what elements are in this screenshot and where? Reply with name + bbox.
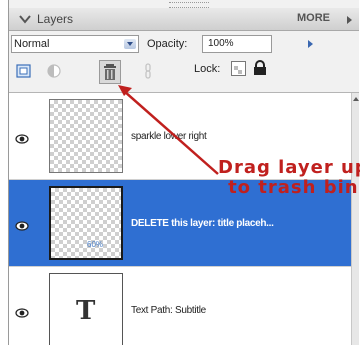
adjustment-layer-icon[interactable] <box>45 62 63 80</box>
opacity-label: Opacity: <box>147 38 188 50</box>
chevron-down-icon[interactable] <box>124 39 136 49</box>
more-arrow-icon[interactable] <box>347 16 352 24</box>
link-icon[interactable] <box>139 62 157 80</box>
layer-thumbnail: T <box>49 273 123 345</box>
opacity-value: 100% <box>208 38 234 49</box>
layer-list: sparkle lower right 60% DELETE this laye… <box>9 92 359 345</box>
eye-icon[interactable] <box>15 129 29 144</box>
thumbnail-text: 60% <box>87 240 104 249</box>
layer-name: DELETE this layer: title placeh... <box>131 218 274 229</box>
annotation-callout: Drag layer up to trash bin <box>218 158 360 198</box>
text-layer-icon: T <box>76 296 96 326</box>
panel-title-bar[interactable]: Layers MORE <box>9 8 359 31</box>
annotation-line-2: to trash bin <box>228 177 359 198</box>
layer-thumbnail: 60% <box>49 186 123 260</box>
opacity-slider-arrow-icon[interactable] <box>308 40 313 48</box>
annotation-line-1: Drag layer up <box>218 157 360 178</box>
layer-list-scrollbar[interactable] <box>351 93 359 345</box>
chevron-down-icon[interactable] <box>18 11 32 25</box>
trash-icon[interactable] <box>99 60 121 84</box>
blend-mode-value: Normal <box>14 38 50 50</box>
eye-icon[interactable] <box>15 216 29 231</box>
lock-transparent-icon[interactable] <box>231 61 246 76</box>
layers-toolbar: Lock: <box>9 56 359 92</box>
layer-name: sparkle lower right <box>131 131 207 142</box>
blend-mode-select[interactable]: Normal <box>11 35 139 53</box>
scroll-up-icon[interactable] <box>353 97 359 101</box>
lock-label: Lock: <box>194 63 221 75</box>
lock-all-icon[interactable] <box>253 60 267 76</box>
more-menu-button[interactable]: MORE <box>297 12 330 24</box>
opacity-input[interactable]: 100% <box>202 35 272 53</box>
panel-title: Layers <box>37 12 74 26</box>
new-layer-icon[interactable] <box>15 62 33 80</box>
layer-row-text-path[interactable]: T Text Path: Subtitle <box>9 267 351 345</box>
layer-name: Text Path: Subtitle <box>131 305 206 316</box>
eye-icon[interactable] <box>15 303 29 318</box>
layer-thumbnail <box>49 99 123 173</box>
